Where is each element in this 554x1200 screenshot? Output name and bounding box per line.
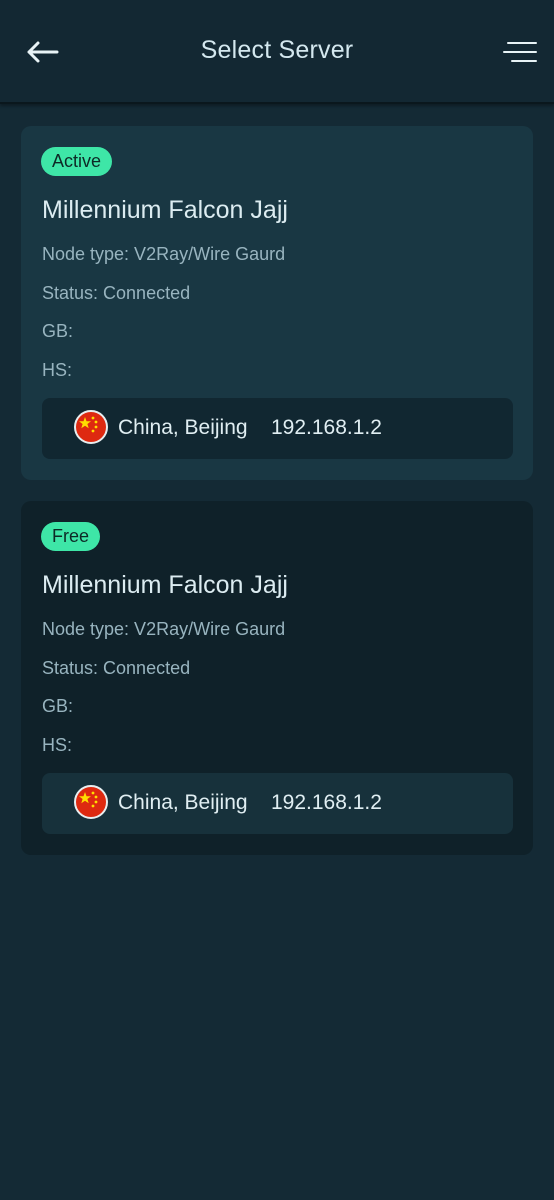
china-flag-icon xyxy=(74,785,108,819)
menu-icon xyxy=(503,42,537,62)
location-row: China, Beijing 192.168.1.2 xyxy=(42,773,513,834)
server-location: China, Beijing xyxy=(118,416,248,439)
connection-status: Status: Connected xyxy=(42,658,191,678)
app-header: Select Server xyxy=(0,0,554,104)
hs-label: HS: xyxy=(42,360,73,380)
server-name: Millennium Falcon Jajj xyxy=(42,571,288,599)
gb-label: GB: xyxy=(42,321,74,341)
server-card-active[interactable]: Active Millennium Falcon Jajj Node type:… xyxy=(21,126,533,480)
server-ip: 192.168.1.2 xyxy=(271,791,382,814)
node-type: Node type: V2Ray/Wire Gaurd xyxy=(42,244,286,264)
status-badge: Free xyxy=(41,522,101,551)
server-ip: 192.168.1.2 xyxy=(271,416,382,439)
server-card-free[interactable]: Free Millennium Falcon Jajj Node type: V… xyxy=(21,501,533,855)
node-type: Node type: V2Ray/Wire Gaurd xyxy=(42,619,286,639)
server-location: China, Beijing xyxy=(118,791,248,814)
location-row: China, Beijing 192.168.1.2 xyxy=(42,398,513,459)
china-flag-icon xyxy=(74,410,108,444)
menu-button[interactable] xyxy=(500,34,540,70)
gb-label: GB: xyxy=(42,696,74,716)
page-title: Select Server xyxy=(200,36,354,64)
status-badge: Active xyxy=(41,147,113,176)
server-name: Millennium Falcon Jajj xyxy=(42,196,288,224)
select-server-screen: Select Server Active Millennium Falcon J… xyxy=(0,0,554,1200)
connection-status: Status: Connected xyxy=(42,283,191,303)
hs-label: HS: xyxy=(42,735,73,755)
